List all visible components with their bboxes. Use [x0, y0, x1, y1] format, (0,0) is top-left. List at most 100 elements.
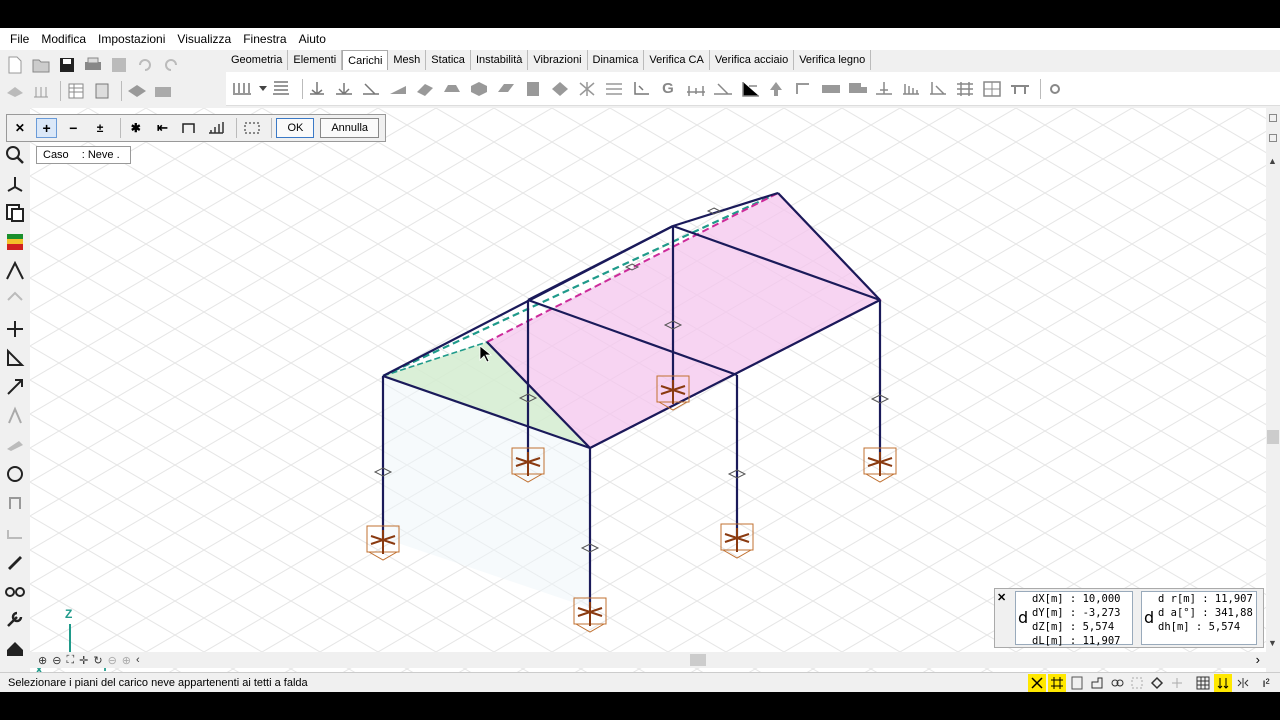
render-icon[interactable]	[152, 80, 174, 102]
add-selection-icon[interactable]: +	[35, 118, 58, 138]
tab-instabilita[interactable]: Instabilità	[470, 50, 529, 70]
pan-icon[interactable]: ✛	[79, 654, 88, 667]
wall-load-icon[interactable]	[523, 79, 543, 99]
layer-icon[interactable]	[4, 80, 26, 102]
node-load-icon[interactable]	[271, 79, 291, 99]
inclined-load-icon[interactable]	[361, 79, 381, 99]
tab-verifica-acciaio[interactable]: Verifica acciaio	[709, 50, 795, 70]
vertical-scroll-thumb[interactable]	[1267, 430, 1279, 444]
window-restore-icon[interactable]	[1269, 114, 1277, 122]
trapezoid-load-icon[interactable]	[901, 79, 921, 99]
new-file-icon[interactable]	[4, 54, 26, 76]
vertical-scrollbar[interactable]: ▲ ▼	[1266, 108, 1280, 674]
tab-mesh[interactable]: Mesh	[388, 50, 427, 70]
seismic-load-icon[interactable]	[604, 79, 624, 99]
measure-vertical-icon[interactable]	[739, 79, 759, 99]
save-icon[interactable]	[56, 54, 78, 76]
select-back-icon[interactable]: ⇤	[152, 118, 174, 138]
remove-selection-icon[interactable]: −	[62, 118, 84, 138]
tab-carichi[interactable]: Carichi	[342, 50, 389, 70]
ruler-icon[interactable]	[30, 80, 52, 102]
distribution-icon[interactable]	[928, 79, 948, 99]
scroll-left-icon[interactable]: ‹	[136, 654, 140, 667]
house-icon[interactable]	[2, 635, 28, 661]
menu-aiuto[interactable]: Aiuto	[293, 28, 332, 50]
window-max-icon[interactable]	[1269, 134, 1277, 142]
copy-element-icon[interactable]	[2, 200, 28, 226]
gravity-icon[interactable]: G	[658, 79, 678, 99]
close-readout-icon[interactable]: ✕	[997, 591, 1006, 604]
select-window-icon[interactable]	[178, 118, 200, 138]
snap-angle-icon[interactable]	[1148, 674, 1166, 692]
undo-icon[interactable]	[134, 54, 156, 76]
move-icon[interactable]	[2, 374, 28, 400]
snap-link-icon[interactable]	[1108, 674, 1126, 692]
pen-icon[interactable]	[2, 548, 28, 574]
split-icon[interactable]	[2, 316, 28, 342]
snap-layers-icon[interactable]	[1068, 674, 1086, 692]
ok-button[interactable]: OK	[276, 118, 315, 138]
node-icon[interactable]	[2, 171, 28, 197]
triangle-icon[interactable]	[2, 345, 28, 371]
glasses-icon[interactable]	[2, 577, 28, 603]
redo-icon[interactable]	[160, 54, 182, 76]
truck-load-icon[interactable]	[847, 79, 867, 99]
zoom-extents-icon[interactable]: ⛶	[66, 654, 74, 667]
scroll-down-icon[interactable]: ▼	[1268, 638, 1277, 648]
settings-icon[interactable]	[1045, 79, 1065, 99]
snap-cross-icon[interactable]	[1028, 673, 1046, 692]
view-3d-icon[interactable]	[126, 80, 148, 102]
frame-icon[interactable]	[2, 490, 28, 516]
menu-finestra[interactable]: Finestra	[237, 28, 292, 50]
measure-diagonal-icon[interactable]	[712, 79, 732, 99]
zoom-next-icon[interactable]: ⊕	[122, 654, 131, 667]
scroll-up-icon[interactable]: ▲	[1268, 156, 1277, 166]
settlement-icon[interactable]	[631, 79, 651, 99]
beam-load-icon[interactable]	[334, 79, 354, 99]
point-force-icon[interactable]	[307, 79, 327, 99]
tab-elementi[interactable]: Elementi	[288, 50, 343, 70]
solid-load-icon[interactable]	[469, 79, 489, 99]
mesh-load-icon[interactable]	[982, 79, 1002, 99]
ortho-icon[interactable]	[1214, 673, 1232, 692]
bend-icon[interactable]	[2, 287, 28, 313]
wind-load-icon[interactable]	[550, 79, 570, 99]
surface-load-icon[interactable]	[388, 79, 408, 99]
report-icon[interactable]	[91, 80, 113, 102]
text-icon[interactable]	[2, 403, 28, 429]
open-folder-icon[interactable]	[30, 54, 52, 76]
tree-load-icon[interactable]	[793, 79, 813, 99]
select-rectangle-icon[interactable]	[241, 118, 263, 138]
print-icon[interactable]	[82, 54, 104, 76]
grid-load-icon[interactable]	[955, 79, 975, 99]
horizontal-scrollbar[interactable]: ⊕ ⊖ ⛶ ✛ ↻ ⊖ ⊕ ‹ ›	[30, 652, 1266, 668]
scroll-right-icon[interactable]: ›	[1256, 652, 1260, 667]
snap-point-icon[interactable]	[1168, 674, 1186, 692]
axis-load-icon[interactable]	[874, 79, 894, 99]
tab-vibrazioni[interactable]: Vibrazioni	[528, 50, 588, 70]
snap-box-icon[interactable]	[1128, 674, 1146, 692]
menu-impostazioni[interactable]: Impostazioni	[92, 28, 171, 50]
toggle-selection-icon[interactable]: ±	[89, 118, 111, 138]
vehicle-load-icon[interactable]	[820, 79, 840, 99]
select-all-icon[interactable]: ✱	[125, 118, 147, 138]
color-map-icon[interactable]	[2, 229, 28, 255]
tab-verifica-ca[interactable]: Verifica CA	[644, 50, 710, 70]
zoom-out-icon[interactable]: ⊖	[52, 654, 61, 667]
table-icon[interactable]	[65, 80, 87, 102]
tree-icon[interactable]	[766, 79, 786, 99]
menu-modifica[interactable]: Modifica	[35, 28, 92, 50]
unit-icon[interactable]: ı²	[1254, 674, 1278, 692]
wall-icon[interactable]	[2, 519, 28, 545]
wrench-icon[interactable]	[2, 606, 28, 632]
plate-load-icon[interactable]	[415, 79, 435, 99]
tab-geometria[interactable]: Geometria	[226, 50, 289, 70]
tab-dinamica[interactable]: Dinamica	[587, 50, 645, 70]
slab-load-icon[interactable]	[496, 79, 516, 99]
tab-statica[interactable]: Statica	[426, 50, 471, 70]
roof-load-icon[interactable]	[442, 79, 462, 99]
snap-node-icon[interactable]	[1088, 674, 1106, 692]
horizontal-scroll-thumb[interactable]	[690, 654, 706, 666]
rotate-icon[interactable]	[2, 461, 28, 487]
distributed-load-icon[interactable]	[232, 79, 252, 99]
